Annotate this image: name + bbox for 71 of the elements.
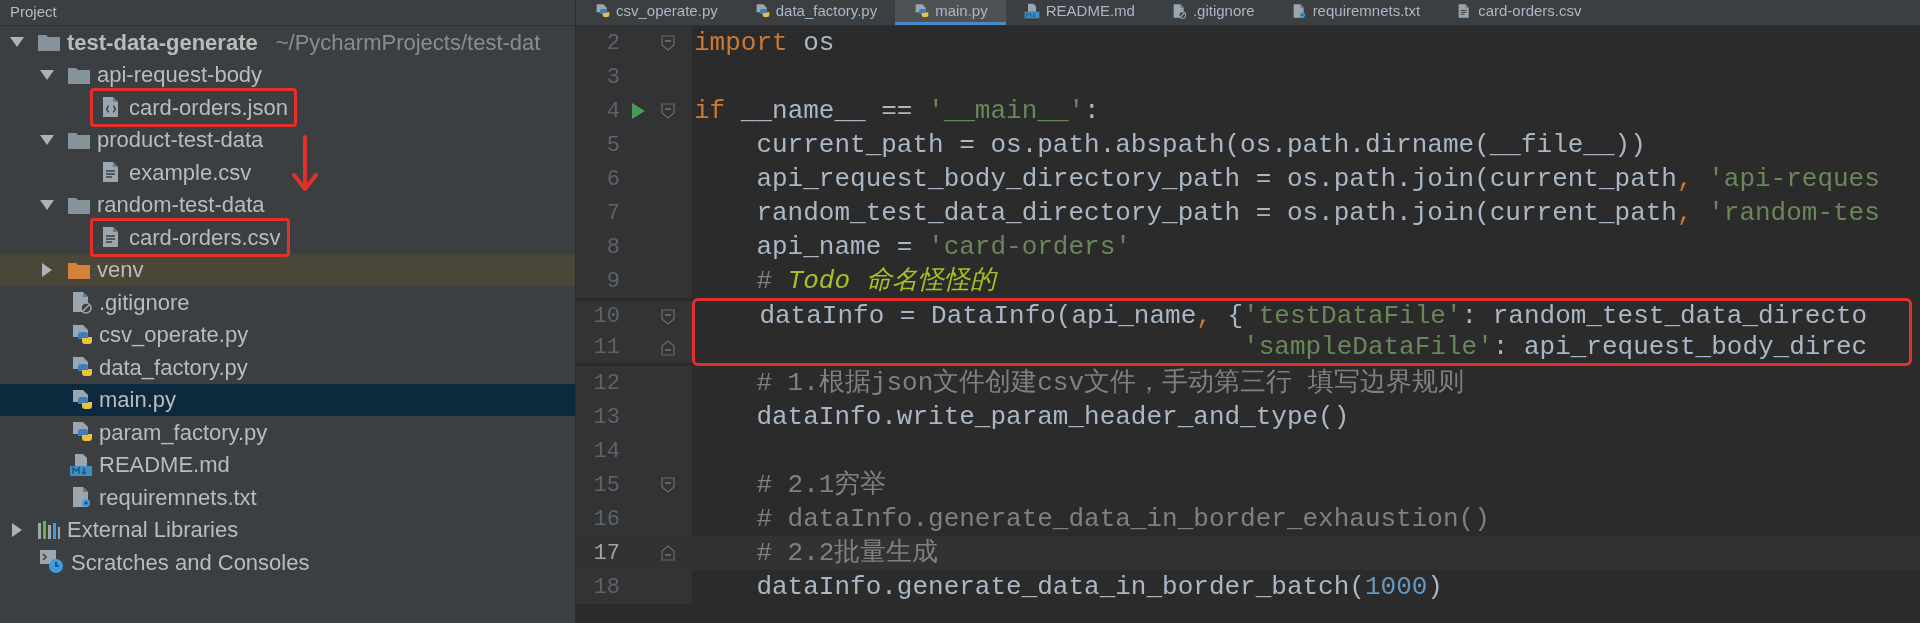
tree-item-label: card-orders.json (129, 93, 288, 122)
code-line: import os (693, 26, 835, 60)
tree-item-label: param_factory.py (99, 418, 268, 447)
tree-item-label: random-test-data (97, 191, 265, 220)
tree-item[interactable]: test-data-generate ~/PycharmProjects/test-dat (0, 26, 575, 59)
tree-item[interactable]: requiremnets.txt (0, 481, 575, 514)
panel-title: Project (10, 2, 57, 23)
tree-item[interactable]: example.csv (0, 156, 575, 189)
tree-item-label: venv (97, 256, 144, 285)
code-line: if __name__ == '__main__': (693, 94, 1100, 128)
code-line: # dataInfo.generate_data_in_border_exhaustion() (755, 502, 1490, 536)
fold-icon[interactable] (661, 339, 675, 356)
editor-tab[interactable]: README.md (1005, 0, 1153, 25)
code-line: # 2.2批量生成 (755, 536, 939, 570)
tree-item-label: requiremnets.txt (99, 483, 257, 512)
code-line: dataInfo = DataInfo(api_name, {'testDataFile': random_test_data_directo (758, 300, 1868, 333)
code-line: random_test_data_directory_path = os.path.join(current_path, 'random-tes (755, 196, 1880, 230)
fold-icon[interactable] (661, 35, 675, 51)
tree-item-label: README.md (99, 451, 230, 480)
fold-icon[interactable] (661, 103, 675, 119)
tree-item[interactable]: .gitignore (0, 286, 575, 319)
tree-item-label: card-orders.csv (129, 223, 281, 252)
editor-tab[interactable]: .gitignore (1152, 0, 1273, 25)
code-line: # 2.1穷举 (755, 468, 887, 502)
editor-tab[interactable]: main.py (895, 0, 1006, 25)
tree-item-label: .gitignore (99, 288, 190, 317)
code-line: # Todo 命名怪怪的 (755, 264, 996, 298)
tree-item[interactable]: param_factory.py (0, 416, 575, 449)
python-file-icon (913, 3, 930, 19)
tree-item[interactable]: random-test-data (0, 188, 575, 221)
tree-item[interactable]: main.py (0, 383, 575, 416)
editor-tab[interactable]: card-orders.csv (1438, 0, 1600, 25)
run-icon[interactable] (630, 102, 646, 120)
editor-tab[interactable]: data_factory.py (735, 0, 896, 25)
markdown-file-icon (1023, 3, 1040, 19)
tree-item[interactable]: csv_operate.py (0, 318, 575, 351)
line-number: 17 (592, 539, 620, 568)
project-path: ~/PycharmProjects/test-dat (275, 28, 541, 57)
tree-item-label: main.py (99, 386, 177, 415)
code-line: api_request_body_directory_path = os.path.join(current_path, 'api-reques (755, 162, 1880, 196)
tree-item-label: product-test-data (97, 126, 264, 155)
editor-tab[interactable]: csv_operate.py (576, 0, 736, 25)
tree-item[interactable]: card-orders.json (0, 91, 575, 124)
code-line: dataInfo.write_param_header_and_type() (755, 400, 1350, 434)
tree-item[interactable]: product-test-data (0, 123, 575, 156)
fold-icon[interactable] (661, 545, 675, 561)
code-line: api_name = 'card-orders' (755, 230, 1131, 264)
tree-item[interactable]: api-request-body (0, 58, 575, 91)
editor-tab[interactable]: requiremnets.txt (1272, 0, 1439, 25)
tree-item[interactable]: card-orders.csv (0, 221, 575, 254)
tree-item[interactable]: data_factory.py (0, 351, 575, 384)
code-line: current_path = os.path.abspath(os.path.dirname(__file__)) (755, 128, 1646, 162)
tree-item[interactable]: venv (0, 253, 575, 286)
tree-item-label: csv_operate.py (99, 321, 249, 350)
tree-item[interactable]: External Libraries (0, 513, 575, 546)
fold-icon[interactable] (661, 477, 675, 493)
tree-item-label: Scratches and Consoles (71, 548, 310, 577)
tree-item[interactable]: Scratches and Consoles (0, 546, 575, 579)
tree-item-label: example.csv (129, 158, 252, 187)
tree-item-label: test-data-generate (67, 28, 258, 57)
code-line: 'sampleDataFile': api_request_body_direc (1242, 331, 1868, 364)
tree-item-label: api-request-body (97, 61, 263, 90)
markdown-file-icon (69, 452, 93, 477)
tree-item[interactable]: README.md (0, 448, 575, 481)
code-line: # 1.根据json文件创建csv文件，手动第三行 填写边界规则 (755, 366, 1464, 400)
fold-icon[interactable] (661, 308, 675, 325)
tree-item-label: data_factory.py (99, 353, 248, 382)
code-line: dataInfo.generate_data_in_border_batch(1000) (755, 570, 1443, 604)
python-file-icon (594, 3, 610, 19)
scratch-clock-icon (39, 549, 65, 576)
tree-item-label: External Libraries (67, 516, 239, 545)
